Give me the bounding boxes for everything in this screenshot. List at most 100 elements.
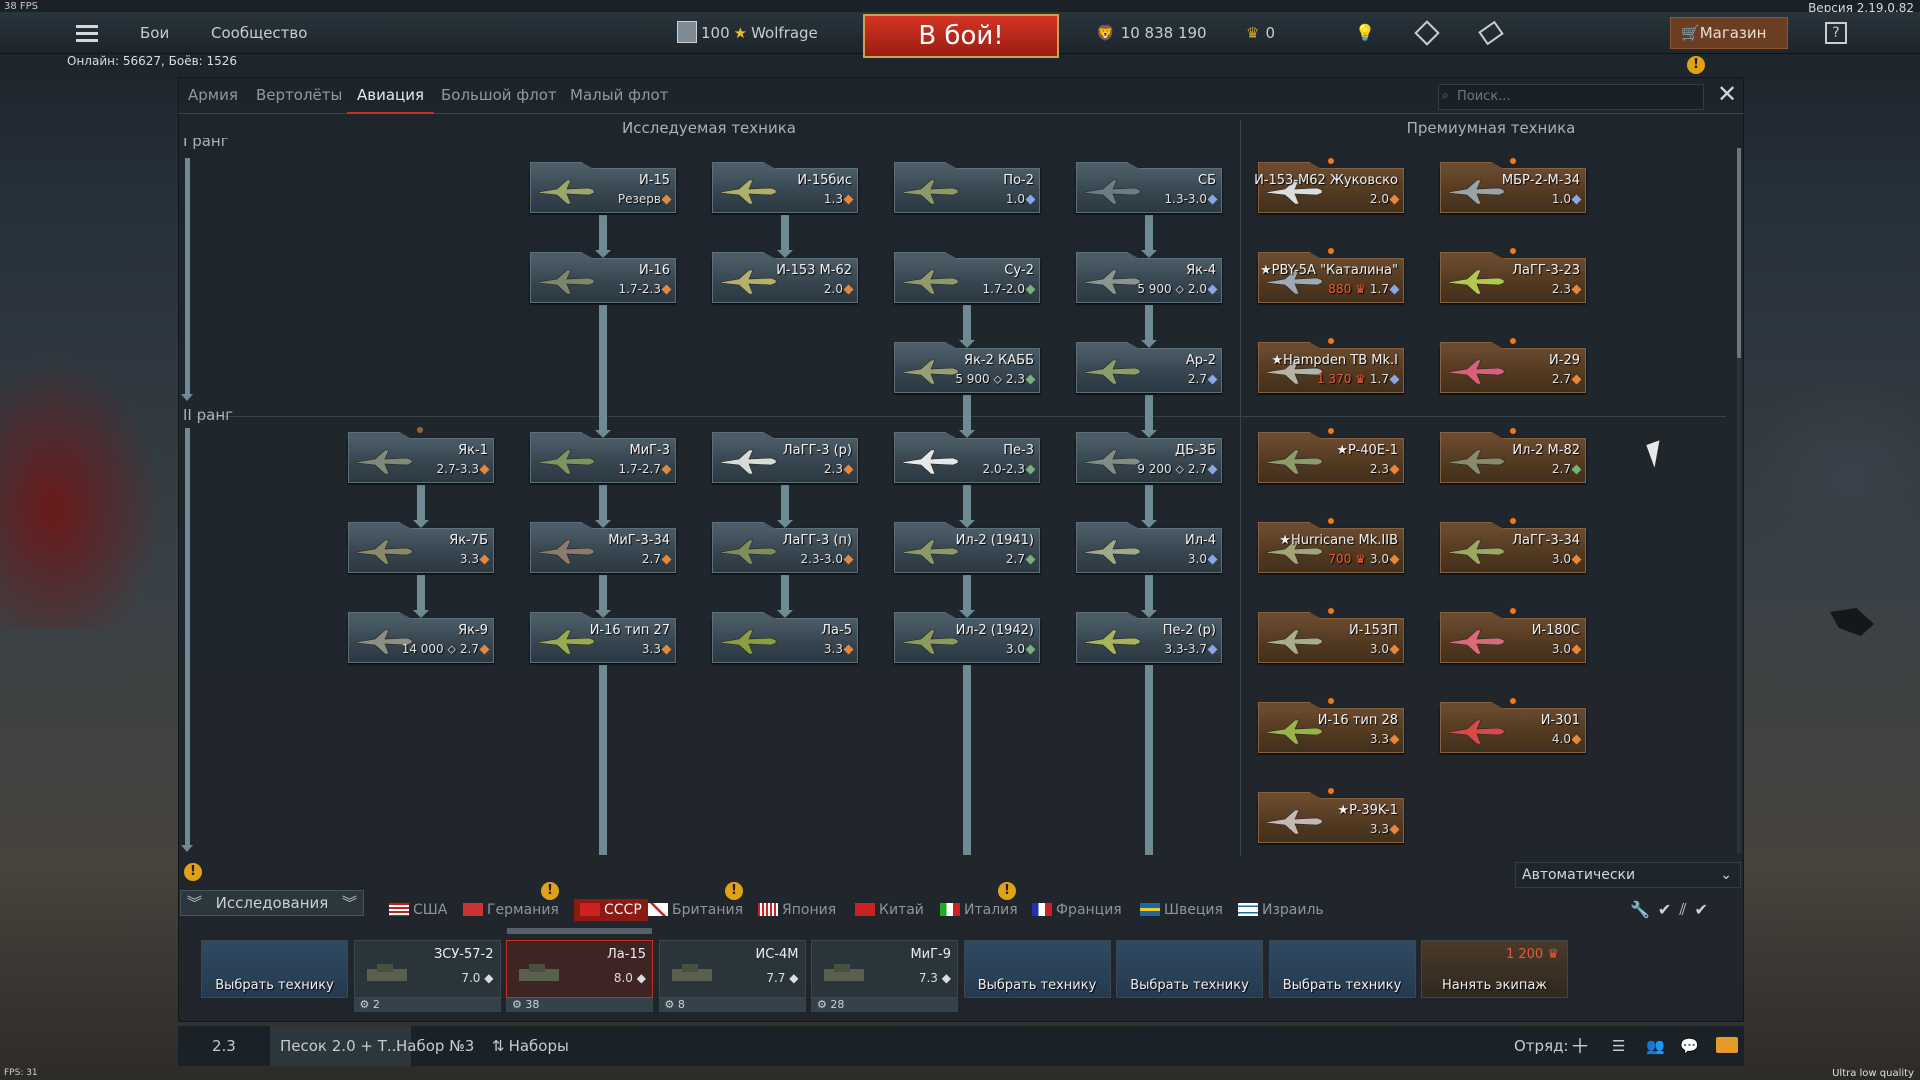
presets-button[interactable]: ⇅ Наборы xyxy=(492,1026,569,1066)
vehicle-card[interactable]: Як-9 14 000 ⬦ 2.7 xyxy=(348,612,494,663)
nation-tab[interactable]: СССР xyxy=(574,899,648,921)
ammo-icon[interactable]: ⫽ xyxy=(1679,900,1694,919)
profile[interactable]: 100 ★ Wolfrage xyxy=(677,12,818,54)
community-menu[interactable]: Сообщество xyxy=(211,12,307,54)
premium-vehicle-card[interactable]: И-301 4.0 xyxy=(1440,697,1586,753)
vehicle-card[interactable]: ЛаГГ-3 (п) 2.3-3.0 xyxy=(712,522,858,573)
vehicle-card[interactable]: Ла-5 3.3 xyxy=(712,612,858,663)
premium-vehicle-card[interactable]: ★P-39K-1 3.3 xyxy=(1258,787,1404,843)
tab-helicopters[interactable]: Вертолёты xyxy=(256,77,342,114)
empty-crew-slot[interactable]: Выбрать технику xyxy=(963,940,1111,998)
premium-vehicle-card[interactable]: ★PBY-5A "Каталина" 880 ♛ 1.7 xyxy=(1258,247,1404,303)
premium-vehicle-card[interactable]: ЛаГГ-3-23 2.3 xyxy=(1440,247,1586,303)
vehicle-card[interactable]: Ил-2 (1942) 3.0 xyxy=(894,612,1040,663)
nation-tab[interactable]: Италия xyxy=(940,899,1018,921)
nation-tab[interactable]: Япония xyxy=(758,899,836,921)
vehicle-card[interactable]: И-15 Резерв xyxy=(530,162,676,213)
crew-slot-vehicle[interactable]: Ла-15 8.0 ◆ xyxy=(506,940,653,998)
vehicle-card[interactable]: МиГ-3-34 2.7 xyxy=(530,522,676,573)
shop-button[interactable]: 🛒Магазин ! xyxy=(1670,17,1788,74)
premium-vehicle-card[interactable]: ЛаГГ-3-34 3.0 xyxy=(1440,517,1586,573)
premium-vehicle-card[interactable]: Ил-2 М-82 2.7 xyxy=(1440,427,1586,483)
premium-vehicle-card[interactable]: МБР-2-М-34 1.0 xyxy=(1440,157,1586,213)
tab-army[interactable]: Армия xyxy=(188,77,238,114)
vehicle-card[interactable]: Пе-3 2.0-2.3 xyxy=(894,432,1040,483)
warning-icon: ! xyxy=(1687,56,1705,74)
add-squad-icon[interactable]: ＋ xyxy=(1570,1026,1590,1066)
premium-vehicle-card[interactable]: И-180С 3.0 xyxy=(1440,607,1586,663)
vehicle-card[interactable]: ДБ-3Б 9 200 ⬦ 2.7 xyxy=(1076,432,1222,483)
nation-tab[interactable]: Израиль xyxy=(1238,899,1324,921)
hire-crew-slot[interactable]: Нанять экипаж 1 200 ♛ xyxy=(1421,940,1568,998)
help-button[interactable]: ? xyxy=(1825,22,1847,44)
vehicle-card[interactable]: Як-4 5 900 ⬦ 2.0 xyxy=(1076,252,1222,303)
vehicle-card[interactable]: СБ 1.3-3.0 xyxy=(1076,162,1222,213)
battles-menu[interactable]: Бои xyxy=(140,12,169,54)
check-icon[interactable]: ✔ xyxy=(1694,900,1715,919)
tree-connector xyxy=(1145,215,1153,252)
vehicle-card[interactable]: И-153 М-62 2.0 xyxy=(712,252,858,303)
repair-toolbar[interactable]: 🔧✔⫽✔ xyxy=(1630,900,1716,920)
tab-coastal-fleet[interactable]: Малый флот xyxy=(570,77,668,114)
close-button[interactable]: ✕ xyxy=(1714,81,1740,107)
vehicle-card[interactable]: ЛаГГ-3 (р) 2.3 xyxy=(712,432,858,483)
vehicle-card[interactable]: По-2 1.0 xyxy=(894,162,1040,213)
menu-icon[interactable] xyxy=(76,25,98,42)
research-toggle[interactable]: ︾ Исследования ︾ xyxy=(180,890,364,916)
vehicle-card[interactable]: И-16 тип 27 3.3 xyxy=(530,612,676,663)
check-icon[interactable]: ✔ xyxy=(1658,900,1679,919)
nation-tab[interactable]: Швеция xyxy=(1140,899,1223,921)
vehicle-card[interactable]: Су-2 1.7-2.0 xyxy=(894,252,1040,303)
search-input[interactable]: Поиск... xyxy=(1438,84,1704,110)
vehicle-card[interactable]: Як-1 2.7-3.3 xyxy=(348,432,494,483)
friends-icon[interactable]: 👥 xyxy=(1646,1026,1665,1066)
nation-tab[interactable]: Германия xyxy=(463,899,559,921)
crew-slot-vehicle[interactable]: МиГ-9 7.3 ◆ xyxy=(811,940,958,998)
vehicle-card[interactable]: Ил-4 3.0 xyxy=(1076,522,1222,573)
empty-crew-slot[interactable]: Выбрать технику xyxy=(1116,940,1263,998)
vehicle-br: 9 200 ⬦ 2.7 xyxy=(1137,462,1218,477)
vehicle-br: 3.3 xyxy=(642,642,672,656)
vehicle-cost: 5 900 ⬦ xyxy=(1137,282,1184,296)
warning-icon[interactable]: ! xyxy=(184,863,202,881)
chat-icon[interactable]: 💬 xyxy=(1680,1026,1699,1066)
premium-vehicle-card[interactable]: И-16 тип 28 3.3 xyxy=(1258,697,1404,753)
crew-slot-vehicle[interactable]: ЗСУ-57-2 7.0 ◆ xyxy=(353,940,501,998)
vehicle-card[interactable]: И-16 1.7-2.3 xyxy=(530,252,676,303)
premium-vehicle-card[interactable]: ★Hampden TB Mk.I 1 370 ♛ 1.7 xyxy=(1258,337,1404,393)
vehicle-card[interactable]: Як-7Б 3.3 xyxy=(348,522,494,573)
premium-vehicle-card[interactable]: ★Hurricane Mk.IIB 700 ♛ 3.0 xyxy=(1258,517,1404,573)
to-battle-button[interactable]: В бой! xyxy=(863,14,1059,58)
vehicle-card[interactable]: И-15бис 1.3 xyxy=(712,162,858,213)
nation-tab[interactable]: Китай xyxy=(855,899,924,921)
crew-slot-vehicle[interactable]: ИС-4М 7.7 ◆ xyxy=(658,940,806,998)
vehicle-class-icon xyxy=(661,284,672,295)
empty-crew-slot[interactable]: Выбрать технику xyxy=(201,940,348,998)
vehicle-class-icon xyxy=(661,194,672,205)
vehicle-card[interactable]: Ил-2 (1941) 2.7 xyxy=(894,522,1040,573)
premium-vehicle-card[interactable]: ★P-40E-1 2.3 xyxy=(1258,427,1404,483)
vehicle-card[interactable]: МиГ-3 1.7-2.7 xyxy=(530,432,676,483)
wrench-icon[interactable]: 🔧 xyxy=(1630,900,1658,919)
tab-bluewater-fleet[interactable]: Большой флот xyxy=(441,77,557,114)
game-mode-selector[interactable]: Песок 2.0 + Т... xyxy=(270,1026,412,1066)
mail-icon[interactable] xyxy=(1716,1037,1738,1053)
vehicle-name: Ла-5 xyxy=(821,623,852,638)
auto-select-dropdown[interactable]: Автоматически ⌄ xyxy=(1515,862,1741,888)
vehicle-card[interactable]: Пе-2 (р) 3.3-3.7 xyxy=(1076,612,1222,663)
vehicle-card[interactable]: Як-2 КАББ 5 900 ⬦ 2.3 xyxy=(894,342,1040,393)
list-icon[interactable]: ☰ xyxy=(1612,1026,1625,1066)
nation-tab[interactable]: США xyxy=(389,899,447,921)
vehicle-card[interactable]: Ар-2 2.7 xyxy=(1076,342,1222,393)
nation-tab[interactable]: Франция xyxy=(1032,899,1122,921)
tab-aviation[interactable]: Авиация xyxy=(347,77,435,114)
empty-crew-slot[interactable]: Выбрать технику xyxy=(1268,940,1416,998)
vehicle-name: И-15бис xyxy=(797,173,852,188)
premium-vehicle-card[interactable]: И-153П 3.0 xyxy=(1258,607,1404,663)
scrollbar-thumb[interactable] xyxy=(1737,148,1741,358)
preset-selector[interactable]: Набор №3 xyxy=(396,1026,474,1066)
nation-tab[interactable]: Британия xyxy=(648,899,743,921)
premium-vehicle-card[interactable]: И-29 2.7 xyxy=(1440,337,1586,393)
premium-vehicle-card[interactable]: И-153-М62 Жуковско 2.0 xyxy=(1254,157,1404,213)
lightbulb-icon[interactable]: 💡 xyxy=(1355,12,1375,54)
